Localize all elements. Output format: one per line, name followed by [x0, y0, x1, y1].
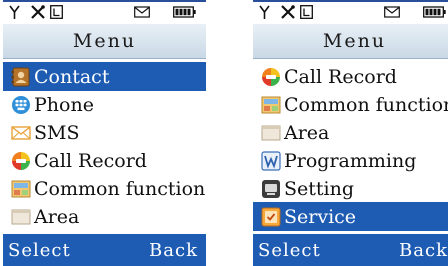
profile-icon	[50, 5, 63, 19]
menu-list: Call Record Common function Area Program…	[253, 59, 448, 234]
common-function-icon	[261, 96, 281, 113]
softkey-bar: Select Back	[253, 234, 448, 266]
menu-item-label: Call Record	[284, 65, 397, 88]
signal-icon	[9, 5, 20, 19]
menu-item-contact[interactable]: Contact	[3, 62, 206, 91]
menu-item-common-function[interactable]: Common function	[253, 90, 448, 119]
menu-item-call-record[interactable]: Call Record	[253, 62, 448, 91]
setting-icon	[262, 179, 280, 198]
back-softkey[interactable]: Back	[149, 240, 198, 261]
menu-item-label: Common function	[284, 93, 448, 116]
menu-item-common-function[interactable]: Common function	[3, 174, 206, 203]
menu-item-label: Call Record	[34, 149, 147, 172]
contact-book-icon	[11, 67, 30, 86]
status-bar	[253, 0, 448, 22]
mail-icon	[384, 6, 400, 18]
menu-item-label: SMS	[34, 121, 80, 144]
service-icon	[261, 207, 281, 226]
menu-item-phone[interactable]: Phone	[3, 90, 206, 119]
status-bar	[3, 0, 206, 22]
back-softkey[interactable]: Back	[399, 240, 448, 261]
menu-item-label: Phone	[34, 93, 94, 116]
menu-item-call-record[interactable]: Call Record	[3, 146, 206, 175]
menu-item-service[interactable]: Service	[253, 202, 448, 231]
call-record-icon	[12, 151, 30, 170]
tools-icon	[31, 5, 45, 19]
menu-item-label: Area	[34, 205, 80, 228]
select-softkey[interactable]: Select	[8, 240, 71, 261]
tools-icon	[281, 5, 295, 19]
menu-item-label: Programming	[284, 149, 417, 172]
menu-item-programming[interactable]: Programming	[253, 146, 448, 175]
phone-screen-right: Menu Call Record Common function Area Pr…	[253, 0, 448, 266]
phone-screen-left: Menu Contact Phone SMS Call Record Commo…	[3, 0, 206, 266]
menu-item-area[interactable]: Area	[3, 202, 206, 231]
call-record-icon	[262, 67, 280, 86]
menu-list: Contact Phone SMS Call Record Common fun…	[3, 59, 206, 234]
menu-title: Menu	[253, 24, 448, 59]
battery-icon	[423, 6, 446, 18]
menu-item-area[interactable]: Area	[253, 118, 448, 147]
softkey-bar: Select Back	[3, 234, 206, 266]
phone-icon	[12, 95, 30, 114]
profile-icon	[300, 5, 313, 19]
menu-item-sms[interactable]: SMS	[3, 118, 206, 147]
menu-title: Menu	[3, 24, 206, 59]
signal-icon	[259, 5, 270, 19]
programming-icon	[261, 150, 281, 171]
select-softkey[interactable]: Select	[258, 240, 321, 261]
battery-icon	[173, 6, 196, 18]
area-icon	[261, 125, 281, 140]
mail-icon	[134, 6, 150, 18]
menu-item-label: Common function	[34, 177, 206, 200]
envelope-icon	[11, 125, 31, 140]
status-divider	[3, 0, 206, 2]
menu-item-setting[interactable]: Setting	[253, 174, 448, 203]
menu-item-label: Service	[284, 205, 357, 228]
status-divider	[253, 0, 448, 2]
menu-item-label: Setting	[284, 177, 355, 200]
area-icon	[11, 209, 31, 224]
menu-item-label: Contact	[34, 65, 110, 88]
common-function-icon	[11, 180, 31, 197]
menu-item-label: Area	[284, 121, 330, 144]
